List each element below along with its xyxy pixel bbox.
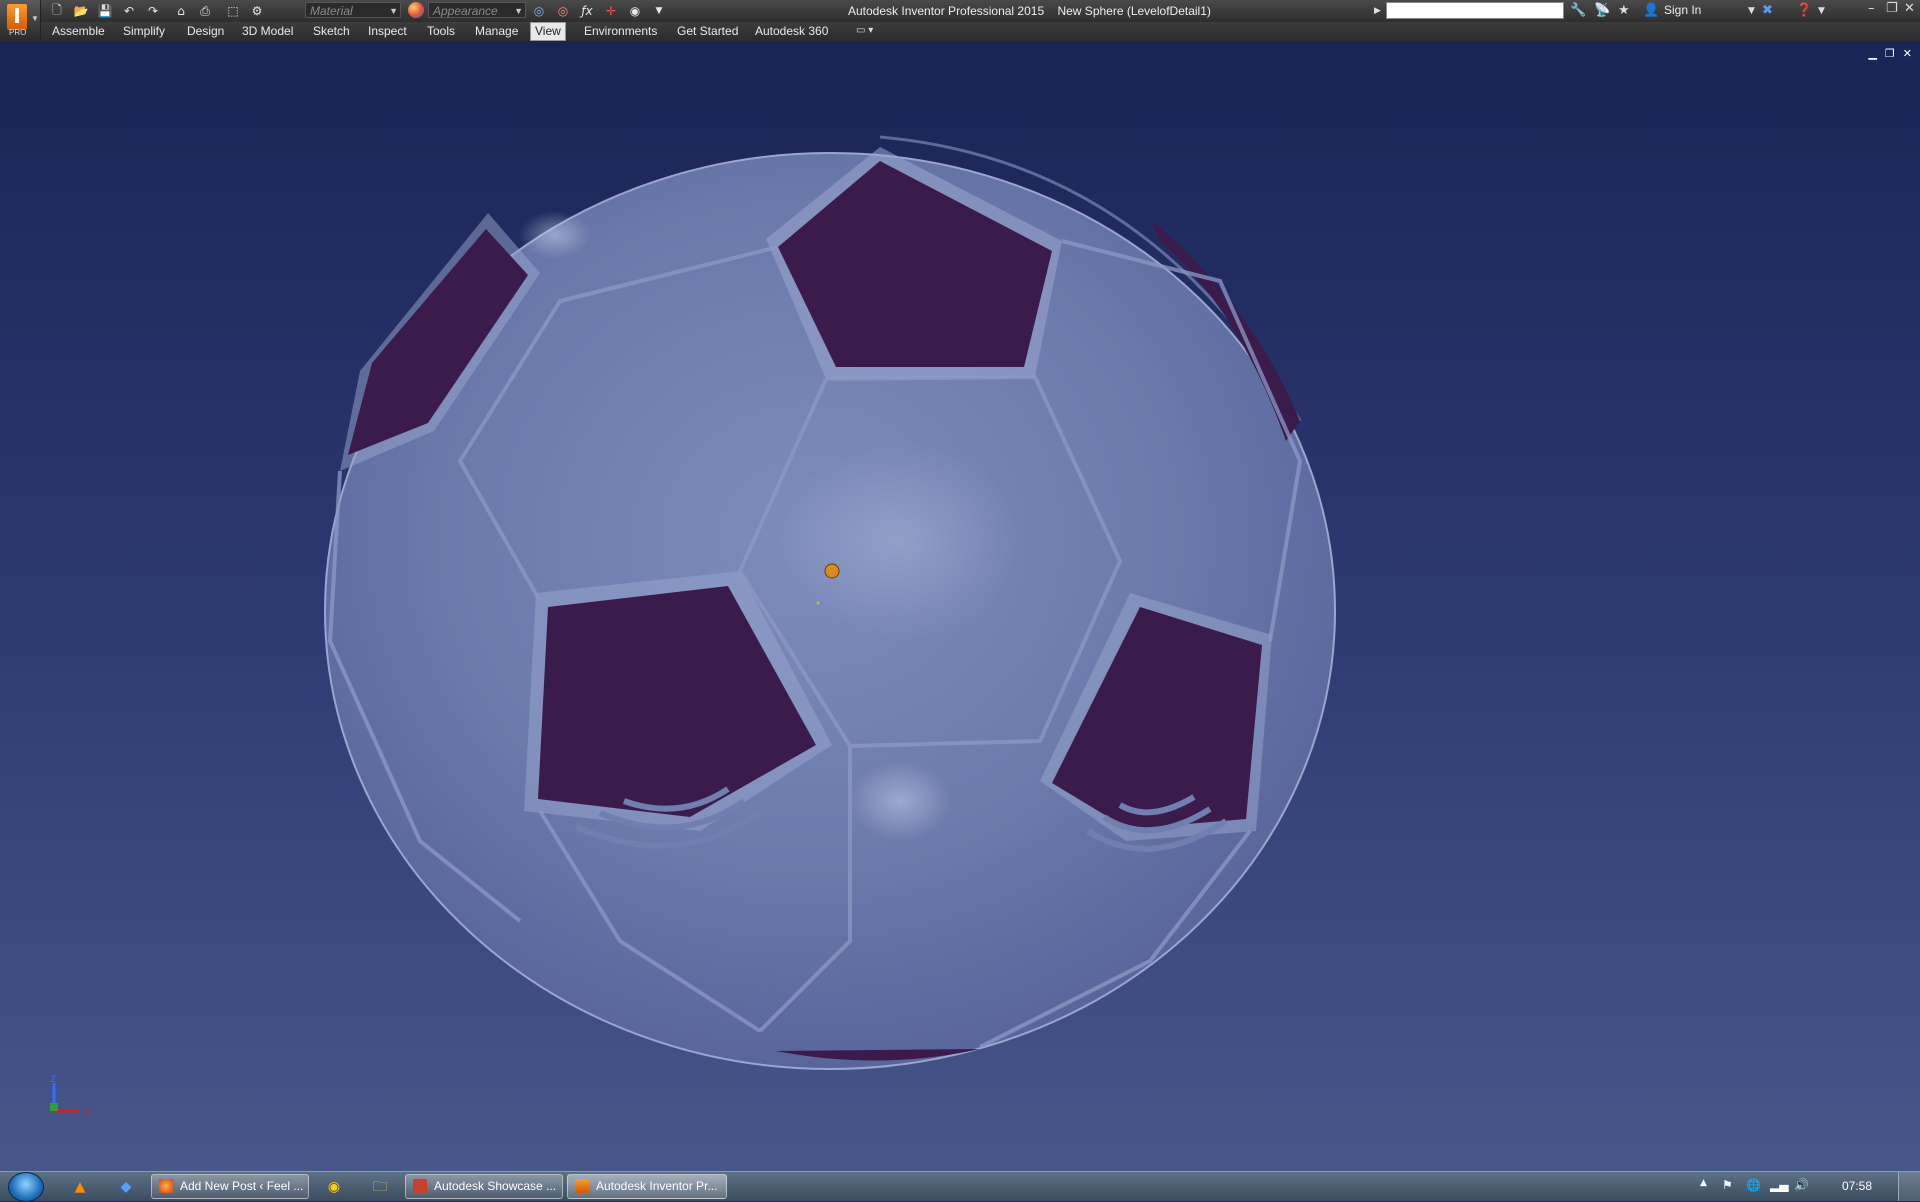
tab-view[interactable]: View	[530, 22, 566, 41]
app-title: Autodesk Inventor Professional 2015	[848, 4, 1045, 18]
chevron-down-icon: ▼	[514, 6, 523, 16]
appearance-icon[interactable]	[408, 2, 424, 18]
x-axis-label: X	[84, 1108, 90, 1118]
restore-button[interactable]: ❐	[1886, 1, 1898, 16]
home-icon[interactable]: ⌂	[172, 2, 190, 20]
windows-taskbar: ▲ ◆ Add New Post ‹ Feel ... ◉ 🗀 Autodesk…	[0, 1171, 1920, 1202]
view-triad[interactable]: Z X	[40, 1073, 100, 1123]
minimize-button[interactable]: –	[1868, 1, 1875, 16]
volume-icon[interactable]: 🔊	[1794, 1178, 1809, 1192]
show-hidden-icons-button[interactable]: ▲	[1700, 1178, 1707, 1188]
chevron-down-icon: ▼	[31, 14, 39, 23]
redo-icon[interactable]: ↷	[144, 2, 162, 20]
specular-highlight	[519, 211, 591, 259]
measure-icon[interactable]: ✛	[602, 2, 620, 20]
graphics-viewport[interactable]: ▁ ❐ ✕ Z X	[0, 41, 1920, 1171]
appearance-dropdown[interactable]: Appearance ▼	[428, 2, 526, 18]
taskbar-item-inventor[interactable]: Autodesk Inventor Pr...	[567, 1174, 727, 1199]
tab-assemble[interactable]: Assemble	[48, 23, 109, 40]
exchange-icon[interactable]: ✖	[1762, 2, 1773, 20]
explorer-icon[interactable]: 🗀	[370, 1177, 390, 1197]
chevron-down-icon[interactable]: ▼	[1818, 2, 1825, 20]
tab-tools[interactable]: Tools	[423, 23, 459, 40]
help-icon[interactable]: ❓	[1796, 2, 1812, 20]
ribbon-tab-bar: Assemble Simplify Design 3D Model Sketch…	[0, 22, 1920, 42]
select-icon[interactable]: ⬚	[224, 2, 242, 20]
satellite-icon[interactable]: 📡	[1594, 2, 1610, 20]
taskbar-item-label: Add New Post ‹ Feel ...	[180, 1179, 304, 1193]
material-dropdown-value: Material	[310, 4, 353, 18]
window-title: Autodesk Inventor Professional 2015 New …	[848, 4, 1221, 18]
center-point	[816, 601, 820, 605]
print-icon[interactable]: ⎙	[196, 2, 214, 20]
customize-icon[interactable]: ▼	[650, 2, 668, 20]
tab-get-started[interactable]: Get Started	[673, 23, 742, 40]
action-center-flag-icon[interactable]: ⚑	[1722, 1178, 1733, 1192]
application-menu-button[interactable]: I PRO ▼	[0, 0, 41, 40]
sign-in-link[interactable]: Sign In	[1664, 3, 1701, 17]
taskbar-item-firefox[interactable]: Add New Post ‹ Feel ...	[151, 1174, 309, 1199]
parameters-icon[interactable]: ƒx	[578, 2, 596, 20]
material-dropdown[interactable]: Material ▼	[305, 2, 401, 18]
z-axis-label: Z	[50, 1075, 56, 1085]
star-icon[interactable]: ★	[1618, 2, 1630, 20]
chevron-down-icon: ▼	[389, 6, 398, 16]
close-button[interactable]: ✕	[1904, 1, 1915, 16]
model-canvas	[324, 135, 1336, 1070]
y-axis	[50, 1103, 58, 1111]
edition-badge: PRO	[9, 28, 27, 37]
open-icon[interactable]: 📂	[72, 2, 90, 20]
quick-access-toolbar: 🗋 📂 💾 ↶ ↷ ⌂ ⎙ ⬚ ⚙	[48, 2, 272, 20]
undo-icon[interactable]: ↶	[120, 2, 138, 20]
tab-environments[interactable]: Environments	[580, 23, 661, 40]
taskbar-item-label: Autodesk Inventor Pr...	[596, 1179, 718, 1193]
specular-highlight	[780, 441, 1020, 641]
tab-design[interactable]: Design	[183, 23, 228, 40]
help-search-input[interactable]	[1386, 2, 1564, 19]
appearance-dropdown-value: Appearance	[433, 4, 498, 18]
vlc-icon[interactable]: ▲	[70, 1177, 90, 1197]
tab-inspect[interactable]: Inspect	[364, 23, 411, 40]
system-clock[interactable]: 07:58	[1842, 1179, 1872, 1193]
user-icon[interactable]: 👤	[1643, 2, 1659, 20]
inventor-logo-icon: I	[7, 4, 27, 30]
project-icon[interactable]: ◉	[626, 2, 644, 20]
tab-simplify[interactable]: Simplify	[119, 23, 169, 40]
zoom-out-icon[interactable]: ◎	[554, 2, 572, 20]
start-button[interactable]	[8, 1172, 44, 1202]
signal-strength-icon[interactable]: ▂▄	[1770, 1178, 1788, 1192]
chrome-icon[interactable]: ◉	[324, 1177, 344, 1197]
tab-sketch[interactable]: Sketch	[309, 23, 354, 40]
chevron-right-icon[interactable]: ▶	[1374, 2, 1381, 20]
tab-3d-model[interactable]: 3D Model	[238, 23, 297, 40]
tab-autodesk-360[interactable]: Autodesk 360	[751, 23, 832, 40]
new-icon[interactable]: 🗋	[48, 2, 66, 20]
specular-highlight	[848, 761, 952, 841]
showcase-icon	[413, 1179, 427, 1193]
save-icon[interactable]: 💾	[96, 2, 114, 20]
zoom-icon[interactable]: ◎	[530, 2, 548, 20]
show-desktop-button[interactable]	[1898, 1172, 1920, 1201]
soccer-ball-model[interactable]	[324, 135, 1336, 1070]
ribbon-display-toggle-icon[interactable]: ▭ ▾	[856, 25, 873, 36]
taskbar-item-showcase[interactable]: Autodesk Showcase ...	[405, 1174, 563, 1199]
title-bar: I PRO ▼ 🗋 📂 💾 ↶ ↷ ⌂ ⎙ ⬚ ⚙ Material ▼ App…	[0, 0, 1920, 40]
key-icon[interactable]: 🔧	[1570, 2, 1586, 20]
firefox-icon	[159, 1179, 173, 1193]
taskbar-item-label: Autodesk Showcase ...	[434, 1179, 557, 1193]
tab-manage[interactable]: Manage	[471, 23, 522, 40]
origin-marker[interactable]	[824, 563, 840, 579]
update-icon[interactable]: ⚙	[248, 2, 266, 20]
dropbox-icon[interactable]: ◆	[116, 1177, 136, 1197]
document-title: New Sphere (LevelofDetail1)	[1057, 4, 1211, 18]
chevron-down-icon[interactable]: ▼	[1748, 2, 1755, 20]
quick-access-tools: ◎ ◎ ƒx ✛ ◉ ▼	[530, 2, 674, 20]
inventor-icon	[575, 1179, 589, 1193]
network-globe-icon[interactable]: 🌐	[1746, 1178, 1761, 1192]
